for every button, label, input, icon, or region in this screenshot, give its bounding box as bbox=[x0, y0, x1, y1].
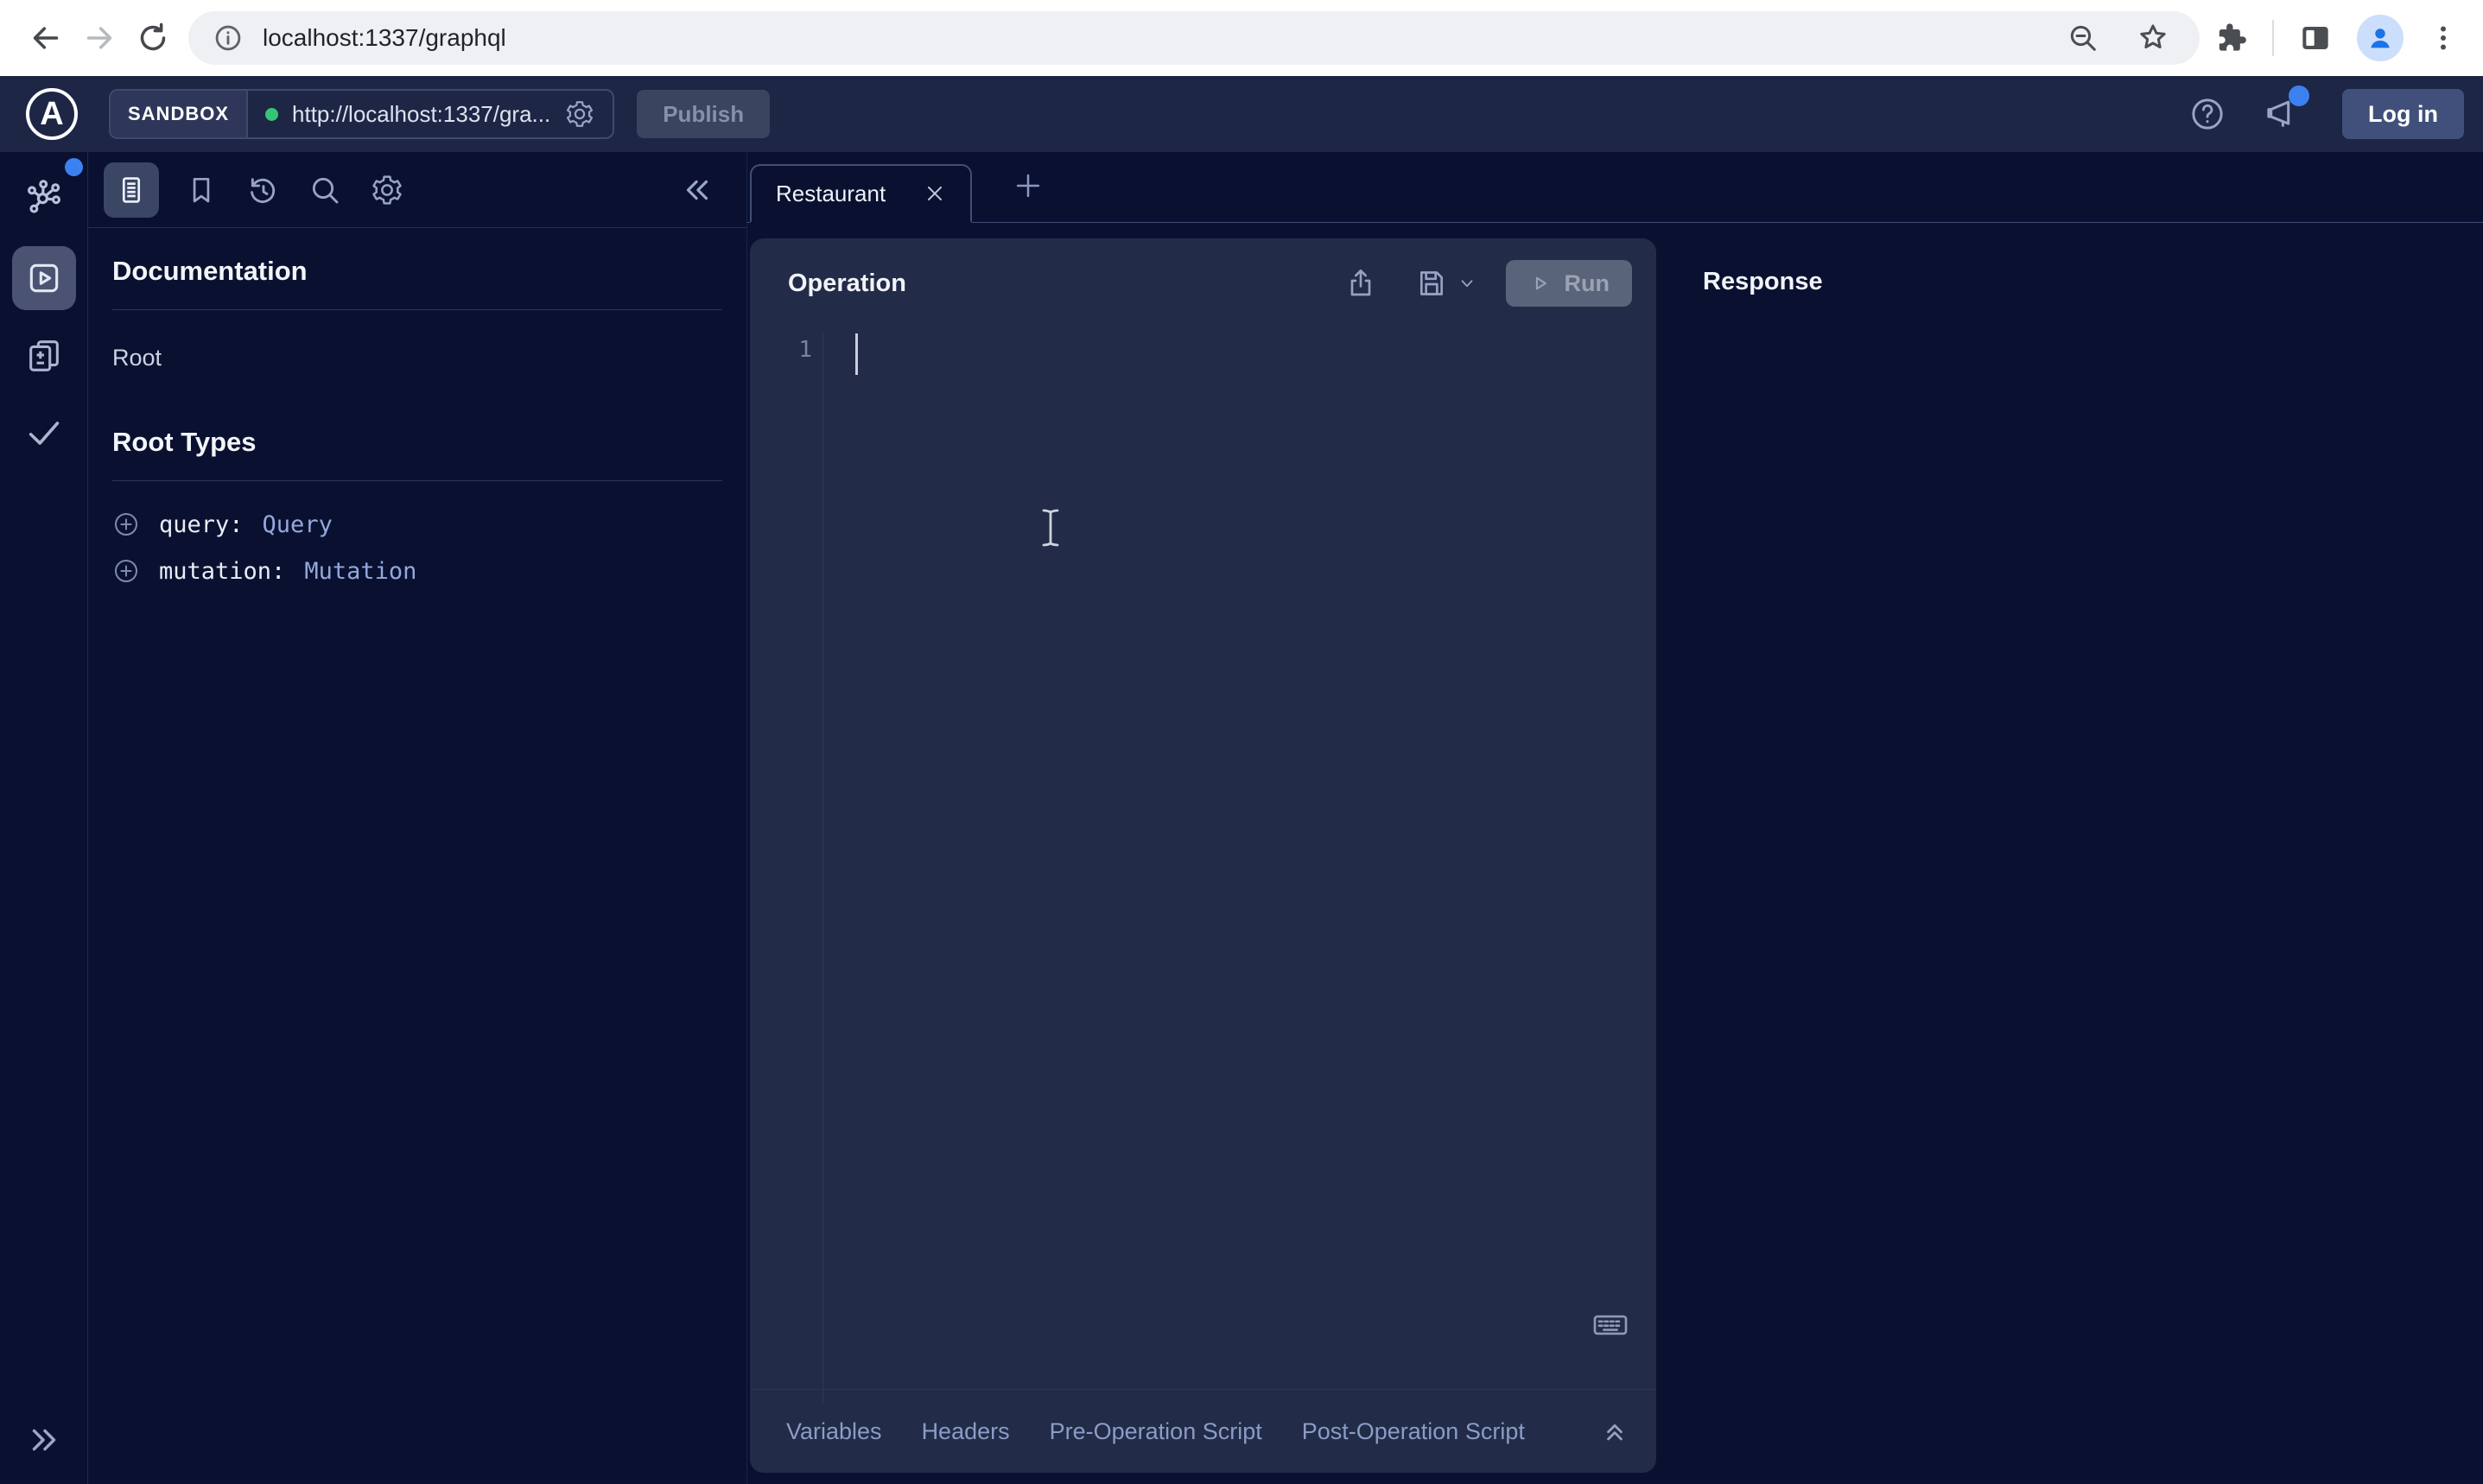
publish-button[interactable]: Publish bbox=[637, 90, 770, 138]
apollo-logo[interactable]: A bbox=[26, 88, 78, 140]
browser-refresh-button[interactable] bbox=[126, 11, 180, 65]
operation-panel: Operation Run 1 Variables Header bbox=[750, 238, 1656, 1473]
post-operation-script-link[interactable]: Post-Operation Script bbox=[1302, 1418, 1525, 1445]
refresh-icon bbox=[136, 21, 170, 55]
chevron-down-icon[interactable] bbox=[1457, 274, 1476, 293]
play-icon bbox=[1528, 271, 1553, 295]
forward-arrow-icon bbox=[82, 21, 117, 55]
rail-notification-dot bbox=[65, 158, 83, 176]
search-icon[interactable] bbox=[308, 173, 342, 207]
run-label: Run bbox=[1565, 270, 1610, 297]
root-type-mutation-row[interactable]: mutation: Mutation bbox=[112, 557, 722, 585]
extensions-icon[interactable] bbox=[2213, 21, 2248, 55]
line-number: 1 bbox=[750, 337, 812, 363]
rail-item-explorer[interactable] bbox=[12, 246, 76, 310]
variables-link[interactable]: Variables bbox=[786, 1418, 882, 1445]
root-type-query-row[interactable]: query: Query bbox=[112, 511, 722, 538]
docs-body: Documentation Root Root Types query: Que… bbox=[88, 228, 746, 585]
explorer-play-icon bbox=[25, 259, 63, 297]
endpoint-settings-gear-icon[interactable] bbox=[564, 98, 595, 130]
expand-footer-icon[interactable] bbox=[1599, 1416, 1630, 1447]
address-bar[interactable]: localhost:1337/graphql bbox=[188, 11, 2200, 65]
circle-plus-icon[interactable] bbox=[112, 511, 140, 538]
operation-header: Operation Run bbox=[750, 238, 1656, 328]
side-panel-icon[interactable] bbox=[2298, 21, 2333, 55]
toolbar-divider bbox=[2272, 20, 2274, 56]
browser-back-button[interactable] bbox=[19, 11, 73, 65]
sandbox-badge: SANDBOX bbox=[111, 91, 248, 137]
changelog-diff-icon[interactable] bbox=[24, 336, 64, 376]
person-icon bbox=[2365, 22, 2396, 54]
save-icon bbox=[1414, 266, 1449, 301]
headers-link[interactable]: Headers bbox=[922, 1418, 1010, 1445]
docs-title: Documentation bbox=[112, 256, 722, 287]
docs-root-link[interactable]: Root bbox=[112, 345, 722, 371]
field-type-link[interactable]: Mutation bbox=[304, 558, 416, 585]
apollo-logo-letter: A bbox=[40, 96, 63, 133]
back-arrow-icon bbox=[29, 21, 63, 55]
share-operation-icon[interactable] bbox=[1343, 266, 1378, 301]
bookmark-star-icon[interactable] bbox=[2136, 21, 2170, 55]
graph-schema-icon[interactable] bbox=[23, 176, 65, 218]
keyboard-shortcuts-icon[interactable] bbox=[1591, 1305, 1630, 1345]
zoom-out-icon[interactable] bbox=[2067, 22, 2099, 54]
checks-icon[interactable] bbox=[24, 412, 64, 452]
apollo-sandbox-app: localhost:1337/graphql A SANDBOX http://… bbox=[0, 0, 2483, 1484]
field-name: query: bbox=[159, 511, 244, 538]
endpoint-group: SANDBOX http://localhost:1337/gra... bbox=[109, 89, 614, 139]
root-types-title: Root Types bbox=[112, 427, 722, 458]
field-name: mutation: bbox=[159, 558, 285, 585]
save-operation-button[interactable] bbox=[1414, 266, 1476, 301]
settings-gear-icon[interactable] bbox=[370, 173, 404, 207]
browser-toolbar: localhost:1337/graphql bbox=[0, 0, 2483, 76]
browser-profile-avatar[interactable] bbox=[2357, 15, 2404, 61]
collapse-panel-icon[interactable] bbox=[679, 172, 715, 208]
endpoint-input[interactable]: http://localhost:1337/gra... bbox=[248, 91, 613, 137]
tab-restaurant[interactable]: Restaurant bbox=[750, 164, 972, 223]
browser-forward-button[interactable] bbox=[73, 11, 126, 65]
documentation-panel: Documentation Root Root Types query: Que… bbox=[88, 152, 747, 1484]
new-tab-plus-icon[interactable] bbox=[1012, 169, 1045, 202]
pre-operation-script-link[interactable]: Pre-Operation Script bbox=[1050, 1418, 1262, 1445]
bookmarks-icon[interactable] bbox=[185, 174, 218, 206]
apollo-header: A SANDBOX http://localhost:1337/gra... P… bbox=[0, 76, 2483, 152]
browser-actions bbox=[2213, 15, 2464, 61]
omnibox-actions bbox=[2067, 21, 2175, 55]
announcements-button[interactable] bbox=[2263, 94, 2302, 134]
circle-plus-icon[interactable] bbox=[112, 557, 140, 585]
url-text[interactable]: localhost:1337/graphql bbox=[263, 24, 506, 52]
history-icon[interactable] bbox=[245, 173, 280, 207]
divider bbox=[112, 309, 722, 310]
text-cursor-pointer bbox=[1040, 508, 1061, 548]
operation-tab-bar: Restaurant bbox=[747, 152, 2483, 223]
operation-title: Operation bbox=[788, 270, 906, 298]
connection-status-dot bbox=[265, 108, 278, 121]
operation-editor[interactable]: 1 bbox=[750, 328, 1656, 397]
workspace: Restaurant Operation Run 1 bbox=[747, 152, 2483, 1484]
run-button[interactable]: Run bbox=[1506, 260, 1632, 307]
gutter-divider bbox=[822, 332, 823, 1403]
endpoint-url[interactable]: http://localhost:1337/gra... bbox=[292, 101, 550, 128]
response-title: Response bbox=[1703, 268, 1823, 296]
editor-caret bbox=[855, 333, 858, 375]
browser-menu-icon[interactable] bbox=[2428, 22, 2459, 54]
operation-footer: Variables Headers Pre-Operation Script P… bbox=[750, 1389, 1656, 1473]
close-tab-icon[interactable] bbox=[924, 182, 946, 205]
field-type-link[interactable]: Query bbox=[263, 511, 333, 538]
tab-documentation[interactable] bbox=[104, 162, 159, 218]
help-icon[interactable] bbox=[2188, 95, 2226, 133]
login-button[interactable]: Log in bbox=[2342, 89, 2464, 139]
site-info-icon[interactable] bbox=[213, 22, 244, 54]
tab-label: Restaurant bbox=[776, 181, 886, 207]
left-rail bbox=[0, 152, 88, 1484]
divider bbox=[112, 480, 722, 481]
document-list-icon bbox=[115, 174, 148, 206]
docs-toolbar bbox=[88, 152, 746, 228]
notification-dot bbox=[2289, 86, 2309, 106]
expand-rail-icon[interactable] bbox=[24, 1420, 64, 1460]
